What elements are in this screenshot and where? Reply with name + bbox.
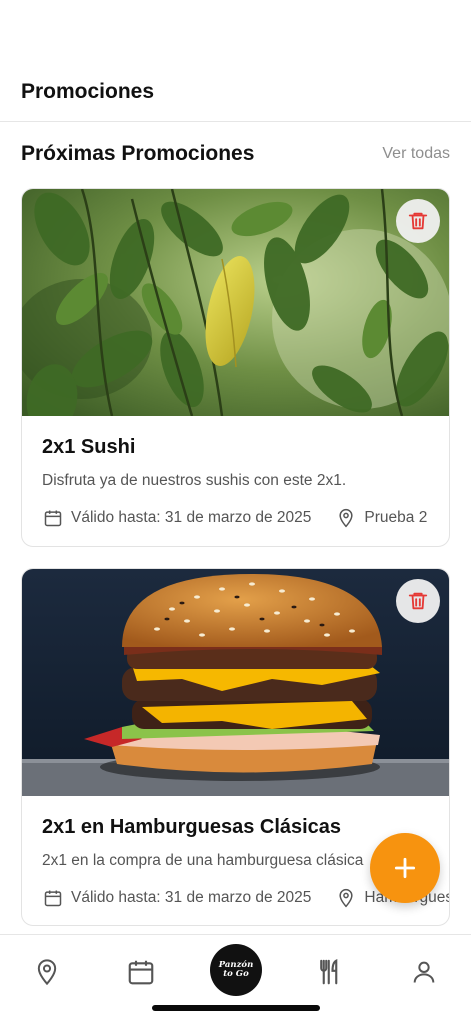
nav-home-logo[interactable]: Panzón to Go: [210, 944, 262, 996]
app-header: Promociones: [0, 0, 471, 122]
location-text: Prueba 2: [364, 509, 428, 526]
logo-text-line2: to Go: [223, 969, 249, 979]
location-pin-icon: [335, 507, 357, 529]
plus-icon: [394, 857, 416, 879]
promotion-description: Disfruta ya de nuestros sushis con este …: [42, 472, 347, 489]
nav-location[interactable]: [27, 955, 67, 989]
home-indicator: [152, 1005, 320, 1011]
see-all-link[interactable]: Ver todas: [382, 145, 450, 163]
nav-profile[interactable]: [404, 955, 444, 989]
calendar-icon: [42, 887, 64, 909]
nav-calendar[interactable]: [121, 955, 161, 989]
valid-until-text: Válido hasta: 31 de marzo de 2025: [71, 509, 312, 526]
promotion-image-plant: [22, 189, 449, 416]
utensils-icon: [320, 959, 338, 985]
promotion-meta: Válido hasta: 31 de marzo de 2025 Prueba…: [42, 507, 449, 529]
delete-promotion-button[interactable]: [396, 579, 440, 623]
trash-icon: [408, 212, 428, 230]
promotion-card[interactable]: 2x1 Sushi Disfruta ya de nuestros sushis…: [21, 188, 450, 547]
calendar-icon: [42, 507, 64, 529]
section-header: Próximas Promociones Ver todas: [21, 142, 450, 170]
user-icon: [413, 961, 435, 983]
promotion-title: 2x1 Sushi: [42, 436, 136, 458]
valid-until-text: Válido hasta: 31 de marzo de 2025: [71, 889, 312, 906]
nav-menu[interactable]: [310, 955, 350, 989]
calendar-icon: [128, 960, 154, 985]
add-promotion-button[interactable]: [370, 833, 440, 903]
section-title: Próximas Promociones: [21, 142, 255, 165]
page-title: Promociones: [21, 80, 155, 103]
bottom-navigation: Panzón to Go: [0, 934, 471, 1024]
location-pin-icon: [335, 887, 357, 909]
promotion-image-burger: [22, 569, 449, 796]
promotion-title: 2x1 en Hamburguesas Clásicas: [42, 816, 342, 838]
trash-icon: [408, 592, 428, 610]
delete-promotion-button[interactable]: [396, 199, 440, 243]
location-icon: [37, 959, 57, 986]
